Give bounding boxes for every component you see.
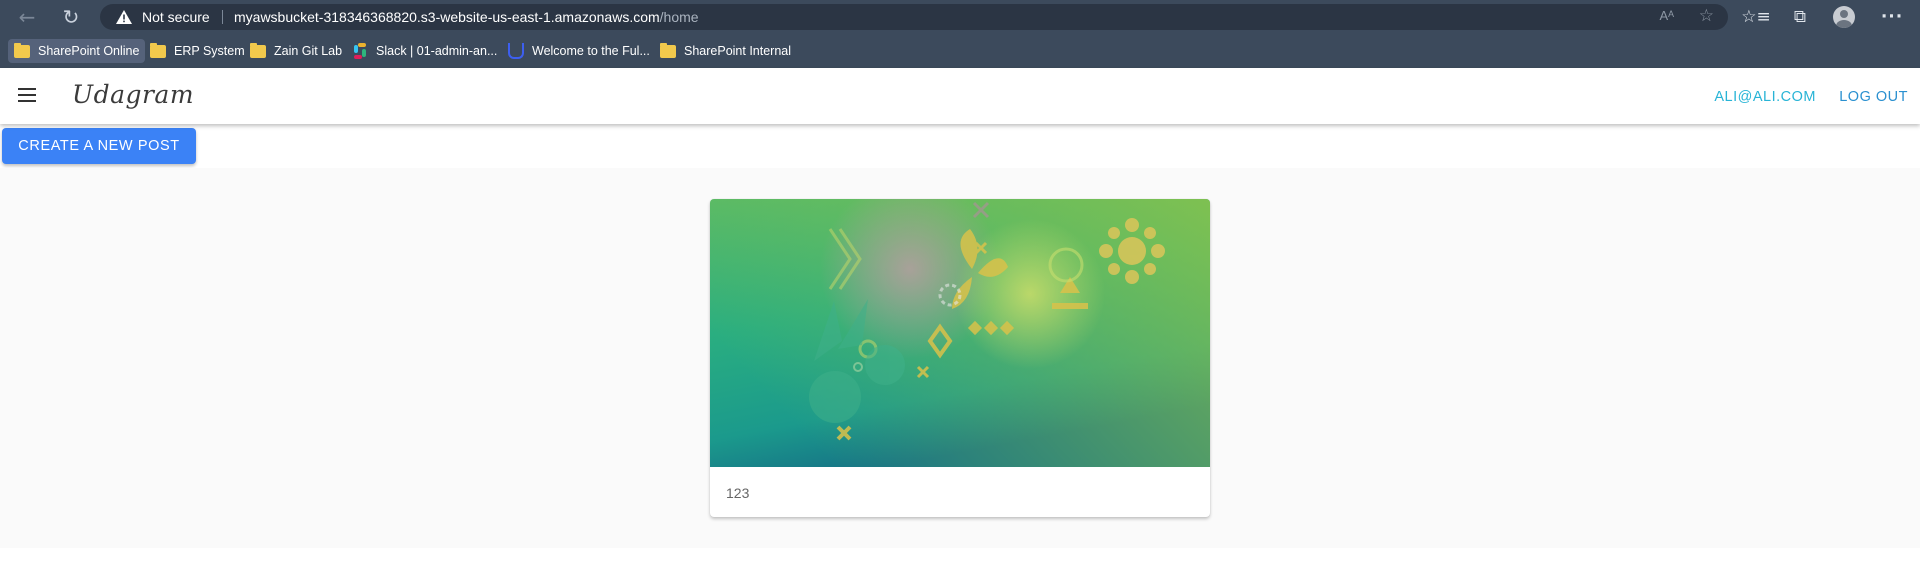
slack-icon [352, 43, 368, 59]
read-aloud-icon[interactable]: Aᴬ [1659, 8, 1674, 23]
reload-icon[interactable]: ↻ [58, 4, 84, 30]
page-footer-strip [0, 548, 1920, 568]
bookmark-label: Zain Git Lab [274, 44, 343, 58]
address-bar[interactable]: Not secure myawsbucket-318346368820.s3-w… [100, 4, 1728, 30]
feed-area: 123 [0, 168, 1920, 548]
url-path: /home [659, 9, 699, 25]
create-post-button[interactable]: CREATE A NEW POST [2, 128, 196, 164]
folder-icon [660, 42, 676, 58]
folder-icon [150, 42, 166, 58]
bookmark-label: ERP System [174, 44, 245, 58]
post-image [710, 199, 1210, 467]
profile-avatar-icon[interactable] [1832, 5, 1856, 29]
logout-button[interactable]: LOG OUT [1839, 89, 1908, 105]
folder-icon [14, 42, 30, 58]
user-email-link[interactable]: ALI@ALI.COM [1714, 89, 1816, 105]
more-options-icon[interactable]: ··· [1880, 5, 1904, 29]
address-divider [222, 10, 223, 24]
app-logo[interactable]: Udagram [72, 80, 194, 109]
bookmark-label: SharePoint Online [38, 44, 140, 58]
bookmark-label: SharePoint Internal [684, 44, 792, 58]
browser-toolbar: ← ↻ Not secure myawsbucket-318346368820.… [0, 0, 1920, 34]
url-host: myawsbucket-318346368820.s3-website-us-e… [234, 9, 660, 25]
back-icon[interactable]: ← [14, 4, 40, 30]
app-header: Udagram ALI@ALI.COM LOG OUT [0, 68, 1920, 124]
post-caption: 123 [726, 485, 750, 501]
bookmark-zain-git-lab[interactable]: Zain Git Lab [244, 39, 348, 63]
bookmark-sharepoint-internal[interactable]: SharePoint Internal [654, 39, 797, 63]
bookmark-udacity[interactable]: Welcome to the Ful... [502, 39, 656, 63]
udacity-icon [508, 43, 524, 59]
bookmark-slack[interactable]: Slack | 01-admin-an... [346, 39, 503, 63]
bookmark-label: Welcome to the Ful... [532, 44, 650, 58]
feed-card[interactable]: 123 [710, 199, 1210, 517]
bookmark-erp-system[interactable]: ERP System [144, 39, 251, 63]
warning-icon [116, 10, 132, 24]
action-bar: CREATE A NEW POST [0, 124, 1920, 168]
menu-icon[interactable] [18, 88, 38, 102]
security-label[interactable]: Not secure [142, 9, 210, 25]
collections-icon[interactable]: ⧉ [1788, 5, 1812, 29]
folder-icon [250, 42, 266, 58]
url-text[interactable]: myawsbucket-318346368820.s3-website-us-e… [234, 9, 699, 25]
bookmark-sharepoint-online[interactable]: SharePoint Online [8, 39, 146, 63]
add-favorite-icon[interactable]: ☆ [1699, 6, 1714, 26]
favorites-icon[interactable]: ☆≡ [1741, 5, 1770, 29]
bookmark-label: Slack | 01-admin-an... [376, 44, 498, 58]
bookmarks-bar: SharePoint Online ERP System Zain Git La… [0, 34, 1920, 68]
